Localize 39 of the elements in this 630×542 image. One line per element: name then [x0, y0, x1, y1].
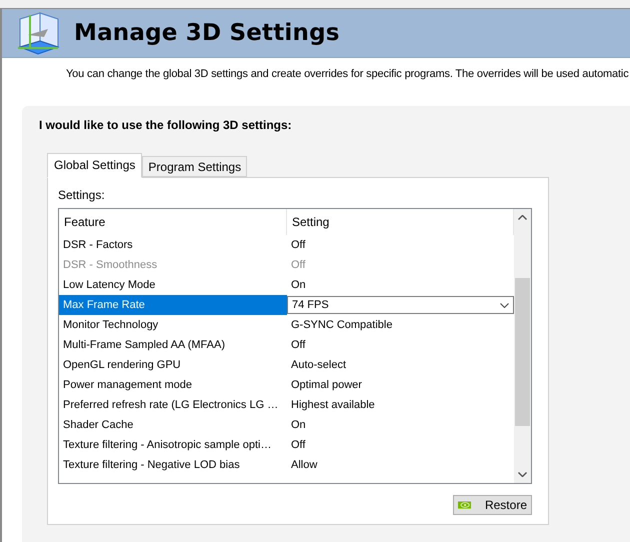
page-title: Manage 3D Settings: [74, 20, 340, 46]
table-cell-text: Allow: [290, 459, 318, 471]
table-cell-text: Preferred refresh rate (LG Electronics LG …: [62, 399, 280, 411]
table-cell-text: Off: [290, 339, 306, 351]
section-heading: I would like to use the following 3D settings:: [39, 118, 293, 132]
table-cell-text: Shader Cache: [62, 419, 134, 431]
table-cell-text: Highest available: [290, 399, 376, 411]
setting-row[interactable]: Max Frame Rate 74 FPS: [59, 295, 514, 315]
table-cell-text: DSR - Smoothness: [62, 259, 158, 271]
table-cell-text: Multi-Frame Sampled AA (MFAA): [62, 339, 226, 351]
table-cell-text: OpenGL rendering GPU: [62, 359, 182, 371]
table-cell-text: Off: [290, 239, 306, 251]
tab[interactable]: Global Settings: [47, 153, 142, 178]
chevron-down-icon[interactable]: [518, 472, 527, 477]
table-cell-text: DSR - Factors: [62, 239, 134, 251]
table-cell-text: Off: [290, 439, 306, 451]
table-cell-text: Optimal power: [290, 379, 363, 391]
restore-button[interactable]: Restore: [453, 495, 532, 515]
table-cell-text: On: [290, 279, 307, 291]
table-cell-text: Auto-select: [290, 359, 348, 371]
description-text: You can change the global 3D settings and create overrides for specific programs. The overrides will be used automatic: [66, 68, 629, 80]
tab[interactable]: Program Settings: [142, 156, 248, 177]
table-cell-text: On: [290, 419, 307, 431]
table-cell-text: Off: [290, 259, 306, 271]
table-cell-text: Texture filtering - Anisotropic sample opti…: [62, 439, 272, 451]
scrollbar[interactable]: [514, 209, 531, 483]
table-cell-text: G-SYNC Compatible: [290, 319, 394, 331]
settings-label: Settings:: [58, 188, 106, 202]
eye-logo-icon: [458, 501, 471, 509]
table-cell-text: Low Latency Mode: [62, 279, 156, 291]
table-cell: Max Frame Rate: [59, 295, 287, 315]
table-cell-text: Power management mode: [62, 379, 194, 391]
column-header[interactable]: Feature: [59, 209, 287, 235]
table-cell-text: Monitor Technology: [62, 319, 160, 331]
chevron-up-icon[interactable]: [518, 215, 527, 220]
scrollbar-thumb[interactable]: [515, 278, 530, 426]
setting-dropdown[interactable]: 74 FPS: [287, 296, 514, 314]
chevron-down-icon: [500, 302, 509, 308]
table-cell-text: Texture filtering - Negative LOD bias: [62, 459, 241, 471]
